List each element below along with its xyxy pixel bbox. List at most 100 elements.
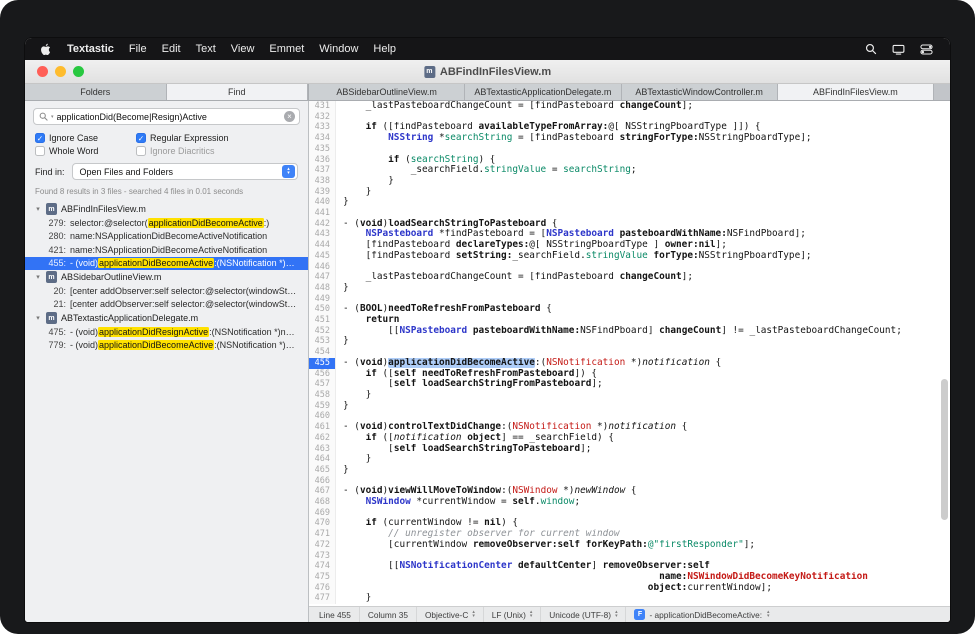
search-input[interactable]: ▾ applicationDid(Become|Resign)Active × — [33, 108, 300, 125]
code-line[interactable]: 438 } — [309, 176, 950, 187]
code-line[interactable]: 454 — [309, 347, 950, 358]
menu-emmet[interactable]: Emmet — [269, 43, 304, 55]
clear-search-button[interactable]: × — [284, 111, 295, 122]
code-line[interactable]: 470 if (currentWindow != nil) { — [309, 518, 950, 529]
vertical-scrollbar[interactable] — [941, 379, 948, 520]
code-line[interactable]: 446 — [309, 262, 950, 273]
code-line[interactable]: 458 } — [309, 390, 950, 401]
result-match-row[interactable]: 20:[center addObserver:self selector:@se… — [25, 284, 308, 298]
code-line[interactable]: 432 — [309, 112, 950, 123]
option-regular-expression[interactable]: ✓Regular Expression — [136, 132, 298, 144]
menu-file[interactable]: File — [129, 43, 147, 55]
minimize-button[interactable] — [55, 66, 66, 77]
result-match-row[interactable]: 279:selector:@selector(applicationDidBec… — [25, 216, 308, 230]
disclosure-triangle-icon[interactable]: ▾ — [34, 205, 42, 213]
code-line[interactable]: 462 if ([notification object] == _search… — [309, 433, 950, 444]
code-line[interactable]: 457 [self loadSearchStringFromPasteboard… — [309, 379, 950, 390]
code-line[interactable]: 475 name:NSWindowDidBecomeKeyNotificatio… — [309, 572, 950, 583]
code-line[interactable]: 452 [[NSPasteboard pasteboardWithName:NS… — [309, 326, 950, 337]
code-line[interactable]: 435 — [309, 144, 950, 155]
find-scope-dropdown[interactable]: Open Files and Folders ▴▾ — [72, 163, 298, 180]
result-match-row[interactable]: 475:- (void)applicationDidResignActive:(… — [25, 325, 308, 339]
code-line[interactable]: 461- (void)controlTextDidChange:(NSNotif… — [309, 422, 950, 433]
disclosure-triangle-icon[interactable]: ▾ — [34, 314, 42, 322]
result-match-row[interactable]: 21:[center addObserver:self selector:@se… — [25, 298, 308, 312]
option-ignore-case[interactable]: ✓Ignore Case — [35, 132, 132, 144]
menu-text[interactable]: Text — [196, 43, 216, 55]
zoom-button[interactable] — [73, 66, 84, 77]
panel-tab-find[interactable]: Find — [167, 84, 309, 100]
code-line[interactable]: 463 [self loadSearchStringToPasteboard]; — [309, 444, 950, 455]
code-line[interactable]: 466 — [309, 476, 950, 487]
code-line[interactable]: 456 if ([self needToRefreshFromPasteboar… — [309, 369, 950, 380]
code-line[interactable]: 443 NSPasteboard *findPasteboard = [NSPa… — [309, 229, 950, 240]
checkbox-whole-word[interactable] — [35, 146, 45, 156]
menu-window[interactable]: Window — [319, 43, 358, 55]
code-line[interactable]: 441 — [309, 208, 950, 219]
code-line[interactable]: 447 _lastPasteboardChangeCount = [findPa… — [309, 272, 950, 283]
code-line[interactable]: 455- (void)applicationDidBecomeActive:(N… — [309, 358, 950, 369]
status-unicode-utf-8[interactable]: Unicode (UTF-8)▴▾ — [541, 607, 626, 622]
result-match-row[interactable]: 779:- (void)applicationDidBecomeActive:(… — [25, 339, 308, 353]
menu-edit[interactable]: Edit — [162, 43, 181, 55]
search-scope-chevron-icon[interactable]: ▾ — [51, 114, 54, 120]
panel-tab-folders[interactable]: Folders — [25, 84, 167, 100]
code-line[interactable]: 436 if (searchString) { — [309, 155, 950, 166]
code-line[interactable]: 471 // unregister observer for current w… — [309, 529, 950, 540]
checkbox-ignore-case[interactable]: ✓ — [35, 133, 45, 143]
document-tab-abtextasticwindowcontroller-m[interactable]: ABTextasticWindowController.m — [622, 84, 778, 100]
disclosure-triangle-icon[interactable]: ▾ — [34, 273, 42, 281]
status-lf-unix[interactable]: LF (Unix)▴▾ — [484, 607, 542, 622]
code-line[interactable]: 477 } — [309, 593, 950, 604]
control-center-icon[interactable] — [919, 42, 934, 57]
code-line[interactable]: 448} — [309, 283, 950, 294]
display-icon[interactable] — [891, 42, 906, 57]
option-whole-word[interactable]: Whole Word — [35, 145, 132, 157]
code-line[interactable]: 451 return — [309, 315, 950, 326]
apple-menu[interactable] — [39, 43, 52, 56]
code-line[interactable]: 442- (void)loadSearchStringToPasteboard … — [309, 219, 950, 230]
result-match-row[interactable]: 421:name:NSApplicationDidBecomeActiveNot… — [25, 243, 308, 257]
code-line[interactable]: 440} — [309, 197, 950, 208]
code-line[interactable]: 449 — [309, 294, 950, 305]
checkbox-regular-expression[interactable]: ✓ — [136, 133, 146, 143]
document-tab-absidebaroutlineview-m[interactable]: ABSidebarOutlineView.m — [309, 84, 465, 100]
search-icon[interactable] — [863, 42, 878, 57]
code-line[interactable]: 467- (void)viewWillMoveToWindow:(NSWindo… — [309, 486, 950, 497]
code-line[interactable]: 439 } — [309, 187, 950, 198]
result-match-row[interactable]: 455:- (void)applicationDidBecomeActive:(… — [25, 257, 308, 271]
menu-help[interactable]: Help — [373, 43, 396, 55]
code-line[interactable]: 459} — [309, 401, 950, 412]
code-area[interactable]: 431 _lastPasteboardChangeCount = [findPa… — [309, 101, 950, 606]
search-query-text[interactable]: applicationDid(Become|Resign)Active — [57, 112, 281, 122]
app-menu[interactable]: Textastic — [67, 43, 114, 55]
document-tab-abfindinfilesview-m[interactable]: ABFindInFilesView.m — [778, 84, 934, 100]
code-line[interactable]: 465} — [309, 465, 950, 476]
result-match-row[interactable]: 280:name:NSApplicationDidBecomeActiveNot… — [25, 230, 308, 244]
code-line[interactable]: 476 object:currentWindow]; — [309, 583, 950, 594]
code-line[interactable]: 472 [currentWindow removeObserver:self f… — [309, 540, 950, 551]
code-line[interactable]: 474 [[NSNotificationCenter defaultCenter… — [309, 561, 950, 572]
result-file-row[interactable]: ▾mABFindInFilesView.m — [25, 202, 308, 216]
code-line[interactable]: 473 — [309, 551, 950, 562]
document-tab-abtextasticapplicationdelegate-m[interactable]: ABTextasticApplicationDelegate.m — [465, 84, 621, 100]
code-line[interactable]: 431 _lastPasteboardChangeCount = [findPa… — [309, 101, 950, 112]
code-line[interactable]: 450- (BOOL)needToRefreshFromPasteboard { — [309, 304, 950, 315]
code-line[interactable]: 468 NSWindow *currentWindow = self.windo… — [309, 497, 950, 508]
code-line[interactable]: 460 — [309, 411, 950, 422]
status-objective-c[interactable]: Objective-C▴▾ — [417, 607, 484, 622]
code-line[interactable]: 434 NSString *searchString = [findPasteb… — [309, 133, 950, 144]
close-button[interactable] — [37, 66, 48, 77]
code-line[interactable]: 464 } — [309, 454, 950, 465]
code-line[interactable]: 469 — [309, 508, 950, 519]
titlebar[interactable]: m ABFindInFilesView.m — [25, 60, 950, 84]
code-line[interactable]: 437 _searchField.stringValue = searchStr… — [309, 165, 950, 176]
menu-view[interactable]: View — [231, 43, 255, 55]
code-line[interactable]: 433 if ([findPasteboard availableTypeFro… — [309, 122, 950, 133]
result-file-row[interactable]: ▾mABTextasticApplicationDelegate.m — [25, 311, 308, 325]
code-line[interactable]: 445 [findPasteboard setString:_searchFie… — [309, 251, 950, 262]
method-navigator[interactable]: F - applicationDidBecomeActive: ▴▾ — [626, 607, 777, 622]
code-line[interactable]: 444 [findPasteboard declareTypes:@[ NSSt… — [309, 240, 950, 251]
result-file-row[interactable]: ▾mABSidebarOutlineView.m — [25, 270, 308, 284]
code-line[interactable]: 453} — [309, 336, 950, 347]
